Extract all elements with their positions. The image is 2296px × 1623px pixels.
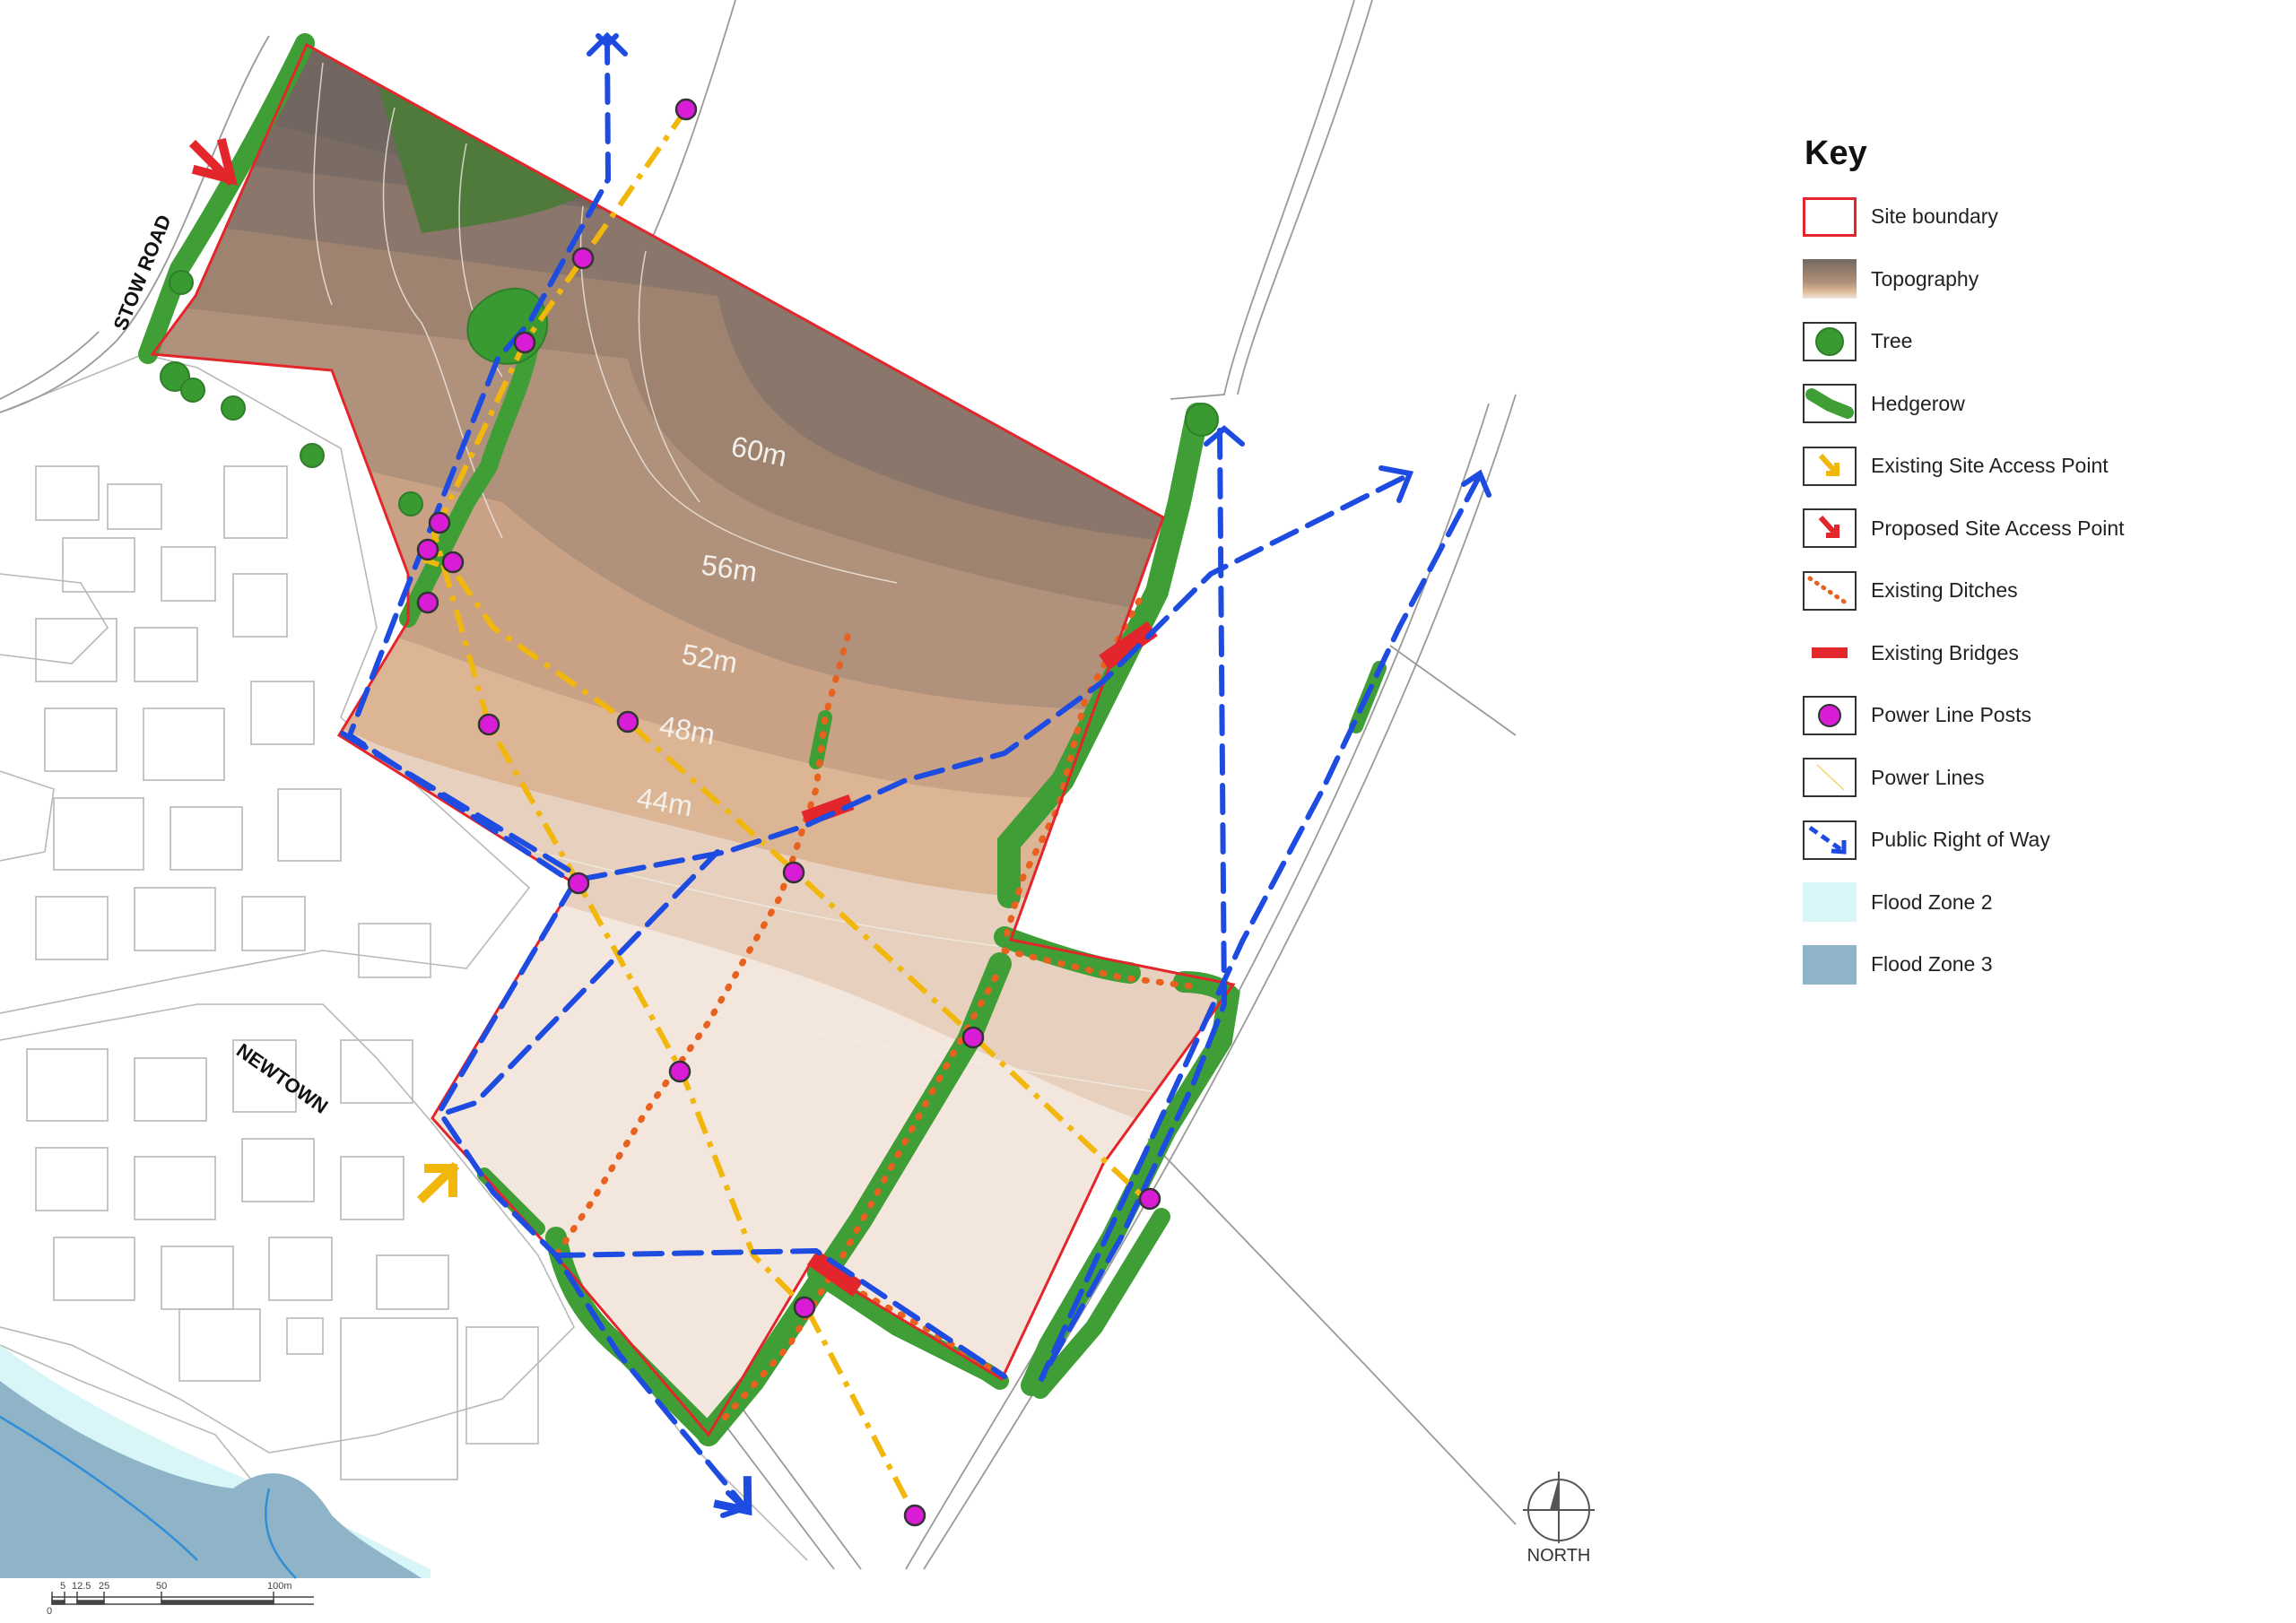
yellow-arrow-icon <box>1803 446 1857 486</box>
key-item-flood-zone-3: Flood Zone 3 <box>1803 933 2269 996</box>
scale-tick-50: 50 <box>156 1581 168 1592</box>
key-item-site-boundary: Site boundary <box>1803 186 2269 248</box>
key-label: Power Lines <box>1871 765 1985 789</box>
key-label: Tree <box>1871 329 1913 353</box>
existing-site-access-point <box>416 1161 460 1204</box>
road-label-newtown: NEWTOWN <box>232 1039 332 1118</box>
key-label: Flood Zone 3 <box>1871 952 1993 976</box>
flood-zone-2-swatch <box>1803 882 1857 923</box>
key-label: Hedgerow <box>1871 391 1965 415</box>
tree-icon <box>1803 321 1857 361</box>
dashed-arrow-icon <box>1803 820 1857 860</box>
key-item-power-line-posts: Power Line Posts <box>1803 684 2269 747</box>
key-item-power-lines: Power Lines <box>1803 747 2269 810</box>
key-label: Existing Ditches <box>1871 578 2018 603</box>
power-post-icon <box>1803 695 1857 735</box>
key-item-topography: Topography <box>1803 248 2269 311</box>
key-label: Power Line Posts <box>1871 703 2031 727</box>
key-label: Public Right of Way <box>1871 828 2050 852</box>
key-label: Site boundary <box>1871 204 1998 229</box>
key-item-public-right-of-way: Public Right of Way <box>1803 809 2269 872</box>
dotted-line-icon <box>1803 570 1857 611</box>
scale-tick-100: 100m <box>267 1581 292 1592</box>
power-line-icon <box>1803 758 1857 798</box>
scale-tick-0: 0 <box>47 1606 53 1617</box>
north-label: NORTH <box>1526 1546 1591 1566</box>
scale-tick-12: 12.5 <box>72 1581 91 1592</box>
scale-bar: 0 5 12.5 25 50 100m <box>45 1581 317 1619</box>
key-label: Flood Zone 2 <box>1871 890 1993 914</box>
key-title: Key <box>1805 135 1867 172</box>
key-label: Existing Site Access Point <box>1871 454 2109 478</box>
topography-swatch <box>1803 259 1857 299</box>
key-label: Existing Bridges <box>1871 640 2019 664</box>
key-label: Proposed Site Access Point <box>1871 516 2125 540</box>
flood-zone-3-swatch <box>1803 944 1857 985</box>
site-boundary-swatch <box>1803 196 1857 237</box>
key-item-existing-ditches: Existing Ditches <box>1803 560 2269 622</box>
flood-zones <box>0 1345 430 1579</box>
hedgerow-icon <box>1803 384 1857 424</box>
key-item-tree: Tree <box>1803 310 2269 373</box>
map-key: Key Site boundary Topography Tree Hedger… <box>1803 135 2269 996</box>
key-item-existing-site-access-point: Existing Site Access Point <box>1803 435 2269 498</box>
proposed-site-access-point <box>188 137 238 187</box>
red-arrow-icon <box>1803 508 1857 549</box>
scale-tick-5: 5 <box>60 1581 66 1592</box>
key-item-proposed-site-access-point: Proposed Site Access Point <box>1803 498 2269 560</box>
key-item-hedgerow: Hedgerow <box>1803 373 2269 436</box>
key-item-existing-bridges: Existing Bridges <box>1803 622 2269 685</box>
scale-tick-25: 25 <box>99 1581 110 1592</box>
key-label: Topography <box>1871 266 1979 291</box>
north-arrow: NORTH <box>1514 1467 1604 1566</box>
bridge-icon <box>1803 633 1857 673</box>
key-item-flood-zone-2: Flood Zone 2 <box>1803 872 2269 934</box>
